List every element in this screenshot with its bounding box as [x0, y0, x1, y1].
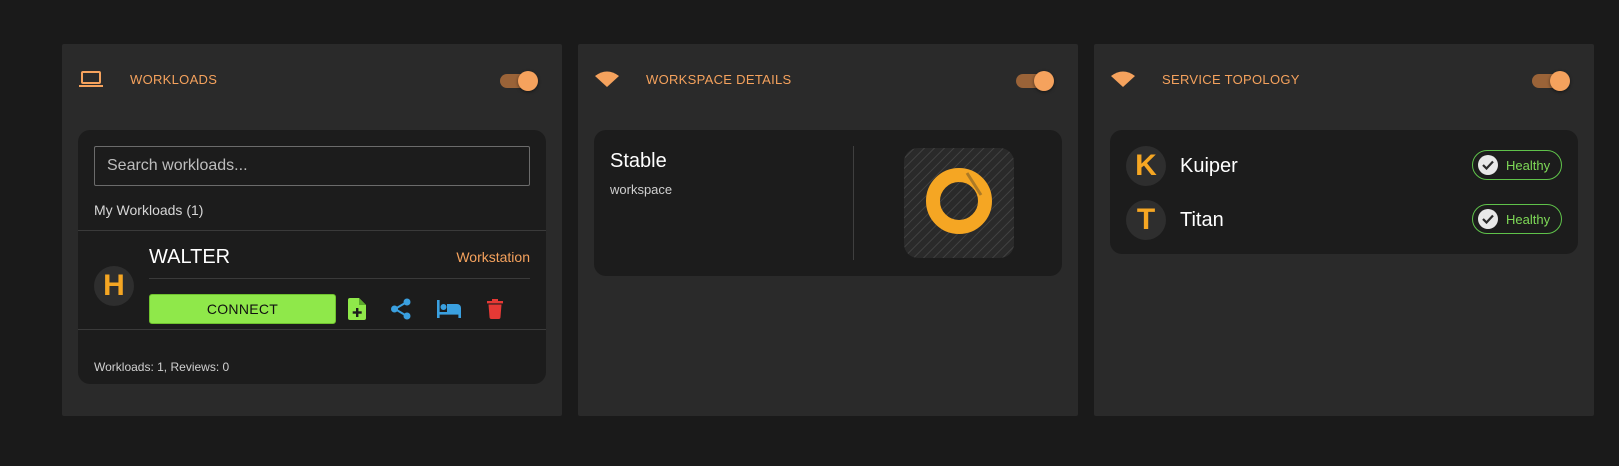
workloads-panel: WORKLOADS My Workloads (1) H WALTER Work… — [62, 44, 562, 416]
topology-panel: SERVICE TOPOLOGY K Kuiper Healthy T Tita… — [1094, 44, 1594, 416]
service-avatar: T — [1126, 200, 1166, 240]
service-row-kuiper: K Kuiper Healthy — [1126, 146, 1562, 186]
service-name: Titan — [1180, 209, 1224, 231]
workspace-card: Stable workspace — [594, 130, 1062, 276]
toggle-thumb — [1034, 71, 1054, 91]
check-circle-icon — [1478, 209, 1498, 229]
topology-panel-toggle[interactable] — [1532, 69, 1570, 91]
panel-title: SERVICE TOPOLOGY — [1162, 71, 1300, 87]
workloads-card: My Workloads (1) H WALTER Workstation CO… — [78, 130, 546, 384]
status-badge[interactable]: Healthy — [1472, 150, 1562, 180]
bed-icon[interactable] — [436, 296, 462, 322]
workspace-panel: WORKSPACE DETAILS Stable workspace — [578, 44, 1078, 416]
vertical-divider — [853, 146, 854, 260]
search-workloads-input[interactable] — [94, 146, 530, 186]
panels-container: WORKLOADS My Workloads (1) H WALTER Work… — [62, 44, 1594, 416]
panel-title: WORKSPACE DETAILS — [646, 71, 792, 87]
service-name: Kuiper — [1180, 155, 1238, 177]
ring-logo-icon — [923, 165, 995, 242]
toggle-thumb — [1550, 71, 1570, 91]
status-badge[interactable]: Healthy — [1472, 204, 1562, 234]
wifi-icon — [594, 69, 620, 89]
workload-avatar: H — [94, 266, 134, 306]
workspace-panel-header: WORKSPACE DETAILS — [594, 66, 1054, 92]
workload-type: Workstation — [456, 249, 530, 265]
laptop-icon — [78, 69, 104, 89]
toggle-thumb — [518, 71, 538, 91]
topology-card: K Kuiper Healthy T Titan Healthy — [1110, 130, 1578, 254]
workspace-subtitle: workspace — [610, 182, 673, 197]
workspace-name: Stable — [610, 150, 667, 172]
status-text: Healthy — [1506, 211, 1551, 227]
workspace-logo — [904, 148, 1014, 258]
workloads-panel-toggle[interactable] — [500, 69, 538, 91]
add-file-icon[interactable] — [344, 296, 370, 322]
service-avatar: K — [1126, 146, 1166, 186]
divider — [78, 329, 546, 330]
divider — [78, 230, 546, 231]
trash-icon[interactable] — [482, 296, 508, 322]
wifi-icon — [1110, 69, 1136, 89]
topology-panel-header: SERVICE TOPOLOGY — [1110, 66, 1570, 92]
service-row-titan: T Titan Healthy — [1126, 200, 1562, 240]
workloads-footer: Workloads: 1, Reviews: 0 — [94, 360, 230, 374]
workspace-panel-toggle[interactable] — [1016, 69, 1054, 91]
check-circle-icon — [1478, 155, 1498, 175]
connect-button[interactable]: CONNECT — [149, 294, 336, 324]
workloads-panel-header: WORKLOADS — [78, 66, 538, 92]
workload-name: WALTER — [149, 246, 231, 268]
my-workloads-label: My Workloads (1) — [94, 202, 204, 218]
workload-separator — [149, 278, 530, 279]
panel-title: WORKLOADS — [130, 71, 218, 87]
share-icon[interactable] — [388, 296, 414, 322]
status-text: Healthy — [1506, 157, 1551, 173]
